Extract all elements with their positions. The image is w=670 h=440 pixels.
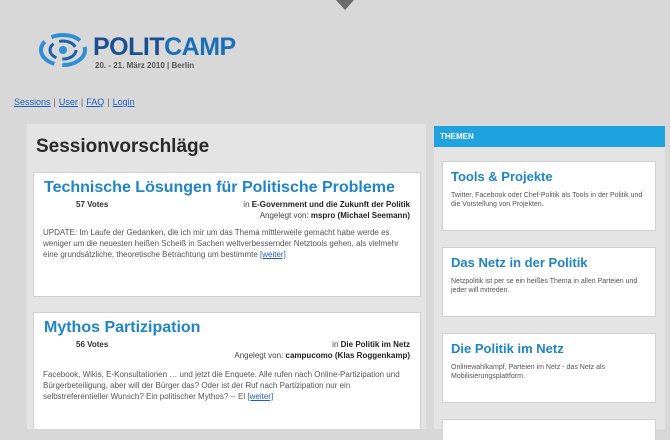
topic-description: Onlinewahlkampf, Parteien im Netz - das … — [451, 364, 606, 380]
topic-box: Tools & Projekte Twitter, Facebook oder … — [443, 162, 655, 230]
themes-sidebar: Tools & Projekte Twitter, Facebook oder … — [434, 147, 665, 440]
logo-wordmark: POLITCAMP — [93, 33, 236, 61]
session-card: Mythos Partizipation 56 Votes in Die Pol… — [34, 313, 420, 429]
session-description: Facebook, Wikis, E-Konsultationen … und … — [43, 370, 400, 401]
category-link[interactable]: Die Politik im Netz — [341, 340, 410, 349]
nav-sessions[interactable]: Sessions — [14, 97, 51, 107]
vote-count: 57 Votes — [76, 200, 109, 209]
session-author: Angelegt von: mspro (Michael Seemann) — [259, 211, 410, 220]
topic-box: Das Netz in der Politik Netzpolitik ist … — [443, 248, 655, 316]
page-title: Sessionvorschläge — [36, 136, 210, 157]
topic-box: Die Politik im Netz Onlinewahlkampf, Par… — [443, 334, 655, 402]
nav-user[interactable]: User — [59, 97, 78, 107]
collapse-arrow-icon[interactable] — [336, 0, 354, 10]
top-navigation: Sessions | User | FAQ | Login — [14, 97, 135, 107]
vote-count: 56 Votes — [76, 340, 109, 349]
category-link[interactable]: E-Government und die Zukunft der Politik — [252, 200, 410, 209]
session-description: UPDATE: Im Laufe der Gedanken, die ich m… — [43, 228, 399, 259]
topic-description: Twitter, Facebook oder Chef-Politik als … — [451, 192, 643, 208]
main-content: Sessionvorschläge Technische Lösungen fü… — [27, 124, 426, 429]
nav-login[interactable]: Login — [113, 97, 135, 107]
themes-header: THEMEN — [434, 126, 665, 147]
session-card: Technische Lösungen für Politische Probl… — [34, 173, 420, 296]
event-date: 20. - 21. März 2010 | Berlin — [95, 61, 195, 70]
session-title-link[interactable]: Technische Lösungen für Politische Probl… — [44, 179, 395, 197]
topic-description: Netzpolitik ist per se ein heißes Thema … — [451, 278, 638, 294]
nav-faq[interactable]: FAQ — [86, 97, 104, 107]
author-link[interactable]: mspro (Michael Seemann) — [311, 211, 410, 220]
session-category: in E-Government und die Zukunft der Poli… — [243, 200, 410, 209]
logo-swirl-icon — [39, 33, 87, 67]
session-title-link[interactable]: Mythos Partizipation — [44, 319, 200, 337]
read-more-link[interactable]: [weiter] — [260, 250, 286, 259]
topic-box — [443, 420, 655, 440]
read-more-link[interactable]: [weiter] — [247, 392, 273, 401]
session-author: Angelegt von: campucomo (Klas Roggenkamp… — [234, 351, 410, 360]
topic-title-link[interactable]: Das Netz in der Politik — [451, 255, 588, 270]
topic-title-link[interactable]: Tools & Projekte — [451, 169, 553, 184]
politcamp-logo[interactable]: POLITCAMP 20. - 21. März 2010 | Berlin — [38, 30, 258, 74]
topic-title-link[interactable]: Die Politik im Netz — [451, 341, 564, 356]
author-link[interactable]: campucomo (Klas Roggenkamp) — [286, 351, 410, 360]
session-category: in Die Politik im Netz — [332, 340, 410, 349]
